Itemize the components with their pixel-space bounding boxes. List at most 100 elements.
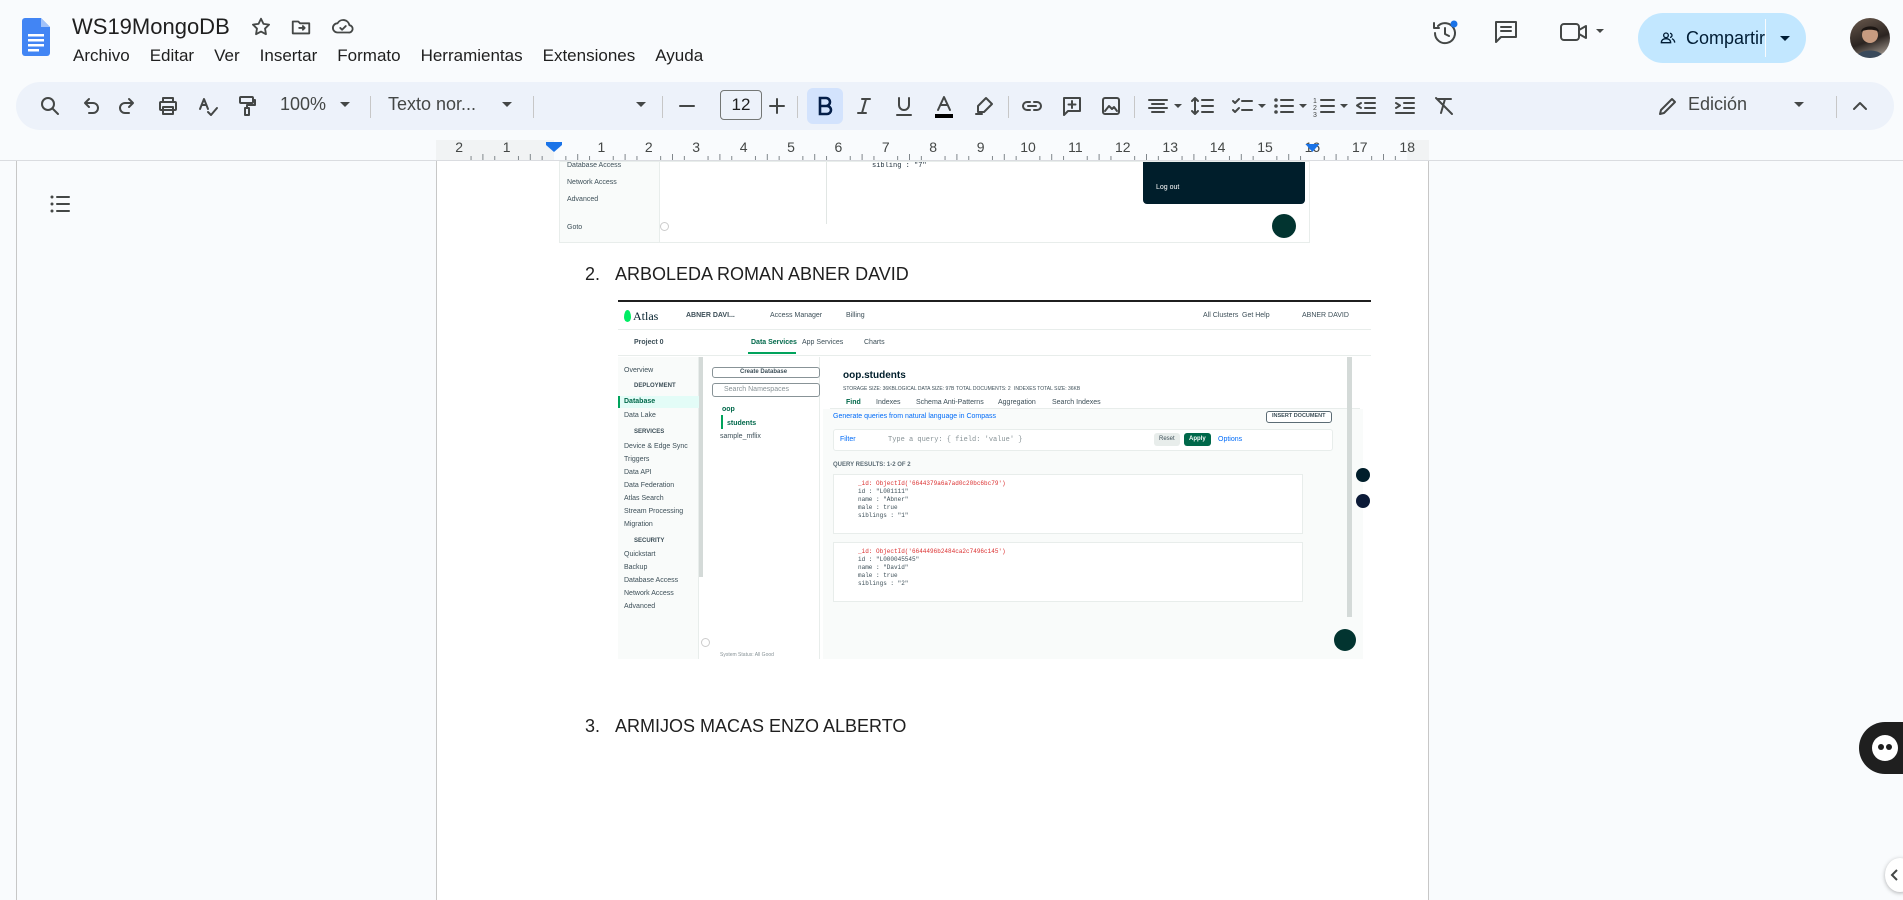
edit-pencil-icon[interactable] bbox=[1656, 94, 1680, 118]
highlight-color-icon[interactable] bbox=[972, 94, 996, 118]
menu-insertar[interactable]: Insertar bbox=[260, 46, 318, 66]
underline-icon[interactable] bbox=[892, 94, 916, 118]
editing-mode-select[interactable]: Edición bbox=[1688, 94, 1747, 115]
atlas-search-namespaces-placeholder: Search Namespaces bbox=[724, 386, 789, 393]
redo-icon[interactable] bbox=[116, 94, 140, 118]
zoom-chevron-down-icon[interactable] bbox=[338, 98, 352, 112]
font-chevron-down-icon[interactable] bbox=[634, 98, 648, 112]
svg-text:3: 3 bbox=[1313, 112, 1317, 118]
spellcheck-icon[interactable] bbox=[196, 94, 220, 118]
share-options-chevron-icon[interactable] bbox=[1776, 29, 1794, 47]
atlas-col-tab-indexes: Indexes bbox=[876, 399, 901, 406]
atlas-sidebar-security-item: Network Access bbox=[624, 590, 674, 597]
embedded-screenshot-atlas[interactable]: Atlas ABNER DAVI... Access Manager Billi… bbox=[618, 300, 1371, 659]
add-comment-icon[interactable] bbox=[1060, 94, 1084, 118]
people-icon bbox=[1660, 32, 1676, 44]
menu-formato[interactable]: Formato bbox=[337, 46, 400, 66]
atlas-leaf-icon bbox=[624, 310, 631, 322]
menu-editar[interactable]: Editar bbox=[150, 46, 194, 66]
line-spacing-icon[interactable] bbox=[1190, 94, 1216, 118]
increase-indent-icon[interactable] bbox=[1393, 94, 1417, 118]
bold-icon bbox=[818, 96, 833, 116]
title-bar: WS19MongoDB Archivo Editar Ver Insertar … bbox=[0, 0, 1903, 80]
increase-font-size-icon[interactable] bbox=[766, 94, 788, 118]
atlas-sidebar-security-item: Backup bbox=[624, 564, 648, 571]
list-item-text: ARMIJOS MACAS ENZO ALBERTO bbox=[615, 716, 907, 736]
ruler-mark: 2 bbox=[645, 140, 653, 155]
align-icon[interactable] bbox=[1146, 94, 1188, 118]
shot-sidebar-database-access: Database Access bbox=[567, 162, 622, 169]
insert-image-icon[interactable] bbox=[1099, 94, 1123, 118]
undo-icon[interactable] bbox=[78, 94, 102, 118]
atlas-stat: STORAGE SIZE: 36KB bbox=[843, 386, 895, 392]
collapse-menus-chevron-up-icon[interactable] bbox=[1848, 94, 1872, 118]
atlas-col-tab-find: Find bbox=[846, 399, 861, 406]
menu-archivo[interactable]: Archivo bbox=[73, 46, 130, 66]
checklist-icon[interactable] bbox=[1230, 94, 1272, 118]
ruler-mark: 9 bbox=[977, 140, 985, 155]
bold-button[interactable] bbox=[807, 88, 843, 124]
atlas-sidebar-deployment-header: DEPLOYMENT bbox=[634, 383, 676, 389]
ruler-mark: 1 bbox=[503, 140, 511, 155]
text-color-icon[interactable] bbox=[932, 94, 956, 120]
numbered-list-icon[interactable]: 123 bbox=[1312, 94, 1354, 118]
version-history-icon[interactable] bbox=[1430, 18, 1460, 48]
bulleted-list-icon[interactable] bbox=[1271, 94, 1313, 118]
horizontal-ruler[interactable]: 21123456789101112131415161718 bbox=[436, 140, 1429, 160]
atlas-all-clusters: All Clusters bbox=[1203, 312, 1239, 319]
insert-link-icon[interactable] bbox=[1020, 94, 1044, 118]
menu-extensiones[interactable]: Extensiones bbox=[543, 46, 636, 66]
cloud-saved-icon[interactable] bbox=[330, 16, 356, 38]
list-item-text: ARBOLEDA ROMAN ABNER DAVID bbox=[615, 264, 909, 284]
mode-chevron-down-icon[interactable] bbox=[1792, 98, 1806, 112]
document-page[interactable]: Database Access Network Access Advanced … bbox=[436, 161, 1429, 900]
avatar[interactable] bbox=[1850, 18, 1890, 58]
clear-formatting-icon[interactable] bbox=[1432, 94, 1456, 118]
zoom-select[interactable]: 100% bbox=[280, 94, 326, 115]
atlas-doc-field: id : "L000045545" bbox=[858, 556, 920, 563]
atlas-tree-collection: students bbox=[727, 420, 757, 427]
decrease-indent-icon[interactable] bbox=[1354, 94, 1378, 118]
floating-assistant-button[interactable] bbox=[1859, 722, 1903, 774]
document-outline-icon[interactable] bbox=[48, 192, 72, 216]
meet-icon[interactable] bbox=[1558, 18, 1606, 46]
ruler-mark: 8 bbox=[929, 140, 937, 155]
atlas-tab-charts: Charts bbox=[864, 339, 885, 346]
decrease-font-size-icon[interactable] bbox=[676, 94, 698, 118]
print-icon[interactable] bbox=[156, 94, 180, 118]
atlas-filter-input: Type a query: { field: 'value' } bbox=[888, 436, 1023, 444]
ruler-mark: 3 bbox=[692, 140, 700, 155]
assistant-face-icon bbox=[1872, 735, 1898, 761]
search-menus-icon[interactable] bbox=[38, 94, 62, 118]
menu-herramientas[interactable]: Herramientas bbox=[421, 46, 523, 66]
atlas-sidebar-data-lake: Data Lake bbox=[624, 412, 656, 419]
document-title[interactable]: WS19MongoDB bbox=[72, 14, 230, 40]
atlas-sidebar-database: Database bbox=[624, 398, 656, 405]
atlas-filter-label: Filter bbox=[840, 436, 856, 443]
ruler-mark: 11 bbox=[1068, 140, 1083, 155]
list-item-number: 2. bbox=[585, 264, 601, 284]
atlas-get-help: Get Help bbox=[1242, 312, 1270, 319]
atlas-sidebar-security-header: SECURITY bbox=[634, 538, 665, 544]
menu-ver[interactable]: Ver bbox=[214, 46, 240, 66]
atlas-sidebar-service: Triggers bbox=[624, 456, 650, 463]
atlas-doc-field: siblings : "2" bbox=[858, 580, 909, 587]
atlas-collection-title: oop.students bbox=[843, 370, 906, 381]
share-button[interactable]: Compartir bbox=[1638, 13, 1806, 63]
star-icon[interactable] bbox=[250, 16, 272, 38]
embedded-screenshot-top[interactable]: Database Access Network Access Advanced … bbox=[559, 161, 1310, 243]
docs-logo-icon[interactable] bbox=[22, 18, 50, 56]
comments-icon[interactable] bbox=[1492, 18, 1520, 46]
atlas-col-tab-aggregation: Aggregation bbox=[998, 399, 1036, 406]
atlas-sidebar-security-item: Advanced bbox=[624, 603, 656, 610]
style-chevron-down-icon[interactable] bbox=[500, 98, 514, 112]
paint-format-icon[interactable] bbox=[235, 94, 259, 118]
side-panel-toggle-button[interactable] bbox=[1885, 858, 1903, 892]
italic-icon[interactable] bbox=[852, 94, 876, 118]
ruler-mark: 6 bbox=[835, 140, 843, 155]
move-folder-icon[interactable] bbox=[289, 16, 313, 38]
atlas-sidebar-service: Device & Edge Sync bbox=[624, 443, 688, 450]
menu-ayuda[interactable]: Ayuda bbox=[655, 46, 703, 66]
paragraph-style-select[interactable]: Texto nor... bbox=[388, 94, 476, 115]
font-size-input[interactable]: 12 bbox=[720, 90, 762, 120]
